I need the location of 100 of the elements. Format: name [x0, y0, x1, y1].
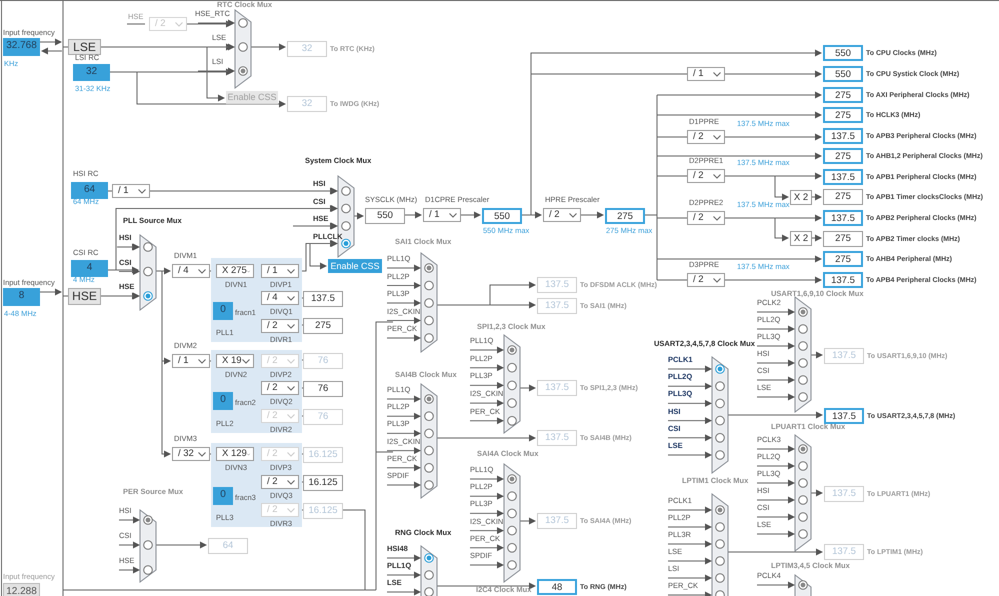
fracn-input[interactable]: 0 — [213, 392, 233, 410]
radio-button[interactable] — [715, 450, 725, 460]
chevron-icon — [713, 278, 721, 282]
radio-button[interactable] — [715, 539, 725, 549]
radio-button[interactable] — [798, 358, 808, 368]
radio-button[interactable] — [424, 316, 434, 326]
radio-button[interactable] — [798, 307, 808, 317]
radio-button[interactable] — [143, 242, 153, 252]
radio-button[interactable] — [143, 291, 153, 301]
radio-button[interactable] — [238, 42, 248, 52]
prescaler-dropdown[interactable]: X 19 — [216, 354, 254, 368]
radio-button[interactable] — [341, 204, 351, 214]
radio-button[interactable] — [715, 505, 725, 515]
radio-button[interactable] — [507, 362, 517, 372]
prescaler-dropdown[interactable]: X 129 — [216, 447, 254, 461]
radio-button[interactable] — [715, 522, 725, 532]
frequency-input[interactable]: 12.288 — [3, 583, 40, 596]
prescaler-dropdown[interactable]: / 1 — [423, 208, 461, 222]
radio-button[interactable] — [424, 263, 434, 273]
radio-button[interactable] — [798, 512, 808, 522]
radio-button[interactable] — [507, 491, 517, 501]
prescaler-dropdown[interactable]: / 32 — [172, 447, 210, 461]
frequency-input[interactable]: 32 — [73, 64, 110, 81]
radio-button[interactable] — [424, 480, 434, 490]
radio-button[interactable] — [798, 444, 808, 454]
prescaler-dropdown[interactable]: / 1 — [112, 184, 150, 198]
radio-button[interactable] — [507, 526, 517, 536]
radio-button[interactable] — [798, 461, 808, 471]
radio-button[interactable] — [424, 553, 434, 563]
radio-button[interactable] — [424, 333, 434, 343]
oscillator-button[interactable]: LSE — [68, 39, 101, 55]
radio-button[interactable] — [424, 411, 434, 421]
prescaler-dropdown[interactable]: / 1 — [172, 354, 210, 368]
frequency-input[interactable]: 32.768 — [3, 38, 40, 56]
prescaler-dropdown[interactable]: / 1 — [687, 67, 725, 81]
radio-button[interactable] — [424, 446, 434, 456]
radio-button[interactable] — [798, 495, 808, 505]
radio-button[interactable] — [507, 560, 517, 570]
prescaler-dropdown[interactable]: / 4 — [261, 291, 299, 305]
prescaler-dropdown[interactable]: / 2 — [543, 208, 581, 222]
radio-button[interactable] — [507, 380, 517, 390]
radio-button[interactable] — [341, 186, 351, 196]
radio-button[interactable] — [424, 463, 434, 473]
prescaler-dropdown[interactable]: / 2 — [261, 475, 299, 489]
radio-button[interactable] — [507, 508, 517, 518]
chevron-icon — [287, 414, 295, 418]
prescaler-dropdown[interactable]: / 2 — [687, 211, 725, 225]
radio-button[interactable] — [798, 478, 808, 488]
radio-button[interactable] — [798, 375, 808, 385]
radio-button[interactable] — [715, 573, 725, 583]
radio-button[interactable] — [238, 18, 248, 28]
chevron-icon — [449, 212, 457, 218]
frequency-value: 275 — [605, 208, 645, 224]
fracn-input[interactable]: 0 — [213, 302, 233, 320]
radio-button[interactable] — [424, 428, 434, 438]
frequency-input[interactable]: 64 — [71, 182, 108, 199]
radio-button[interactable] — [715, 433, 725, 443]
radio-button[interactable] — [143, 515, 153, 525]
frequency-input[interactable]: 8 — [3, 288, 40, 306]
radio-button[interactable] — [507, 543, 517, 553]
radio-button[interactable] — [507, 345, 517, 355]
radio-button[interactable] — [507, 474, 517, 484]
radio-button[interactable] — [143, 266, 153, 276]
frequency-input[interactable]: 4 — [71, 260, 108, 277]
radio-button[interactable] — [715, 364, 725, 374]
radio-button[interactable] — [424, 298, 434, 308]
radio-button[interactable] — [341, 221, 351, 231]
radio-button[interactable] — [798, 529, 808, 539]
oscillator-button[interactable]: HSE — [68, 288, 101, 305]
radio-button[interactable] — [715, 398, 725, 408]
prescaler-dropdown[interactable]: / 2 — [261, 381, 299, 395]
fracn-input[interactable]: 0 — [213, 487, 233, 505]
prescaler-dropdown[interactable]: / 4 — [172, 264, 210, 278]
radio-button[interactable] — [424, 570, 434, 580]
radio-button[interactable] — [424, 587, 434, 596]
prescaler-dropdown[interactable]: X 275 — [216, 264, 254, 278]
radio-button[interactable] — [798, 324, 808, 334]
radio-button[interactable] — [507, 416, 517, 426]
prescaler-dropdown[interactable]: / 2 — [687, 130, 725, 144]
prescaler-dropdown[interactable]: / 2 — [687, 169, 725, 183]
radio-button[interactable] — [715, 381, 725, 391]
frequency-value: 275 — [823, 87, 863, 103]
radio-button[interactable] — [798, 580, 808, 590]
radio-button[interactable] — [715, 416, 725, 426]
prescaler-dropdown[interactable]: / 2 — [687, 273, 725, 287]
radio-button[interactable] — [143, 540, 153, 550]
radio-button[interactable] — [715, 556, 725, 566]
radio-button[interactable] — [424, 280, 434, 290]
radio-button[interactable] — [798, 341, 808, 351]
radio-button[interactable] — [424, 394, 434, 404]
radio-button[interactable] — [238, 66, 248, 76]
radio-button[interactable] — [507, 398, 517, 408]
multiplier-box: X 2 — [790, 190, 812, 205]
prescaler-dropdown[interactable]: / 1 — [261, 264, 299, 278]
radio-button[interactable] — [798, 392, 808, 402]
chevron-icon — [287, 268, 295, 274]
prescaler-dropdown[interactable]: / 2 — [261, 319, 299, 333]
radio-button[interactable] — [143, 565, 153, 575]
radio-button[interactable] — [341, 238, 351, 248]
radio-button[interactable] — [715, 590, 725, 596]
